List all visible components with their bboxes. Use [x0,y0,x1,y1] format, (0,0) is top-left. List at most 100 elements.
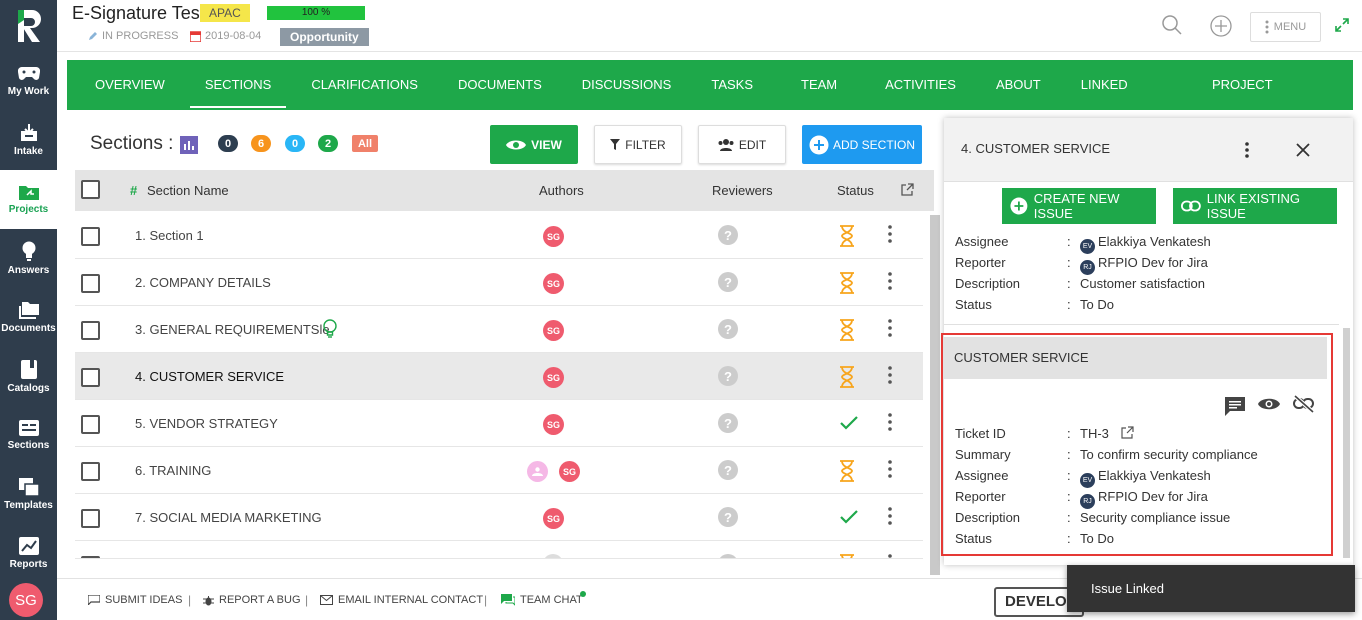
row-kebab-icon[interactable] [888,507,892,528]
row-kebab-icon[interactable] [888,554,892,558]
table-row[interactable]: 4. CUSTOMER SERVICE SG? [75,353,923,400]
view-button[interactable]: VIEW [490,125,578,164]
add-button[interactable] [1210,15,1232,40]
tab-clarifications[interactable]: CLARIFICATIONS [311,60,418,110]
table-row[interactable]: 1. Section 1 SG? [75,212,923,259]
comment-icon[interactable] [1225,397,1245,416]
row-kebab-icon[interactable] [888,319,892,340]
lightbulb-icon[interactable] [323,319,337,342]
create-new-issue-button[interactable]: CREATE NEW ISSUE [1002,188,1156,224]
expand-button[interactable] [1335,18,1349,35]
sidebar-item-projects[interactable]: Projects [0,170,57,229]
tab-sections[interactable]: SECTIONS [189,60,287,110]
section-name[interactable]: 8. CLIENT SERVICES & PROJECT MANAGEMENT [135,557,438,558]
eye-icon[interactable] [1258,397,1280,411]
author-avatar[interactable]: SG [543,508,564,529]
author-avatar[interactable]: SG [543,273,564,294]
tab-documents[interactable]: DOCUMENTS [458,60,542,110]
sidebar-item-my-work[interactable]: My Work [0,52,57,111]
sidebar-item-answers[interactable]: Answers [0,229,57,288]
status-in-progress-icon[interactable] [839,319,855,344]
row-checkbox[interactable] [81,509,100,528]
edit-button[interactable]: EDIT [698,125,786,164]
table-row[interactable]: 7. SOCIAL MEDIA MARKETING SG? [75,494,923,541]
count-badge-in-progress[interactable]: 6 [251,135,271,152]
unlink-icon[interactable] [1293,395,1315,413]
tab-about[interactable]: ABOUT [996,60,1041,110]
column-section-name[interactable]: Section Name [147,183,229,198]
section-name[interactable]: 6. TRAINING [135,463,211,478]
section-name[interactable]: 4. CUSTOMER SERVICE [135,369,284,384]
panel-kebab-icon[interactable] [1245,142,1249,158]
tab-discussions[interactable]: DISCUSSIONS [582,60,672,110]
tab-tasks[interactable]: TASKS [711,60,753,110]
author-avatar[interactable]: SG [559,461,580,482]
close-icon[interactable] [1296,143,1310,157]
menu-button[interactable]: MENU [1250,12,1321,42]
row-checkbox[interactable] [81,274,100,293]
author-avatar[interactable]: SG [543,320,564,341]
author-avatar[interactable]: SG [543,226,564,247]
row-checkbox[interactable] [81,556,100,558]
table-row[interactable]: 3. GENERAL REQUIREMENTSle SG? [75,306,923,353]
status-in-progress-icon[interactable] [839,554,855,558]
user-avatar[interactable]: SG [9,583,43,617]
section-name[interactable]: 5. VENDOR STRATEGY [135,416,278,431]
reviewer-unassigned-icon[interactable]: ? [718,366,738,386]
sidebar-item-templates[interactable]: Templates [0,465,57,524]
row-kebab-icon[interactable] [888,366,892,387]
add-section-button[interactable]: ADD SECTION [802,125,922,164]
reviewer-unassigned-icon[interactable]: ? [718,225,738,245]
reviewer-unassigned-icon[interactable]: ? [718,554,738,558]
status-complete-icon[interactable] [839,413,859,436]
row-checkbox[interactable] [81,462,100,481]
report-bug-link[interactable]: REPORT A BUG [203,594,301,606]
sidebar-item-sections[interactable]: Sections [0,406,57,465]
link-existing-issue-button[interactable]: LINK EXISTING ISSUE [1173,188,1337,224]
open-ticket-icon[interactable] [1120,426,1134,439]
filter-button[interactable]: FILTER [594,125,682,164]
sidebar-item-reports[interactable]: Reports [0,524,57,583]
reviewer-unassigned-icon[interactable]: ? [718,319,738,339]
reviewer-unassigned-icon[interactable]: ? [718,507,738,527]
row-kebab-icon[interactable] [888,413,892,434]
tab-activities[interactable]: ACTIVITIES [885,60,956,110]
section-name[interactable]: 1. Section 1 [135,228,204,243]
row-checkbox[interactable] [81,368,100,387]
tab-team[interactable]: TEAM [801,60,837,110]
section-name[interactable]: 3. GENERAL REQUIREMENTSle [135,322,330,337]
count-badge-not-started[interactable]: 0 [218,135,238,152]
section-name[interactable]: 2. COMPANY DETAILS [135,275,271,290]
status-in-progress-icon[interactable] [839,460,855,485]
count-badge-all[interactable]: All [352,135,378,152]
table-row[interactable]: 2. COMPANY DETAILS SG? [75,259,923,306]
sidebar-item-documents[interactable]: Documents [0,288,57,347]
email-contact-link[interactable]: EMAIL INTERNAL CONTACT [320,594,483,606]
tab-project-notes[interactable]: PROJECT NOTES [1212,60,1313,142]
author-avatar[interactable]: SG [543,367,564,388]
sidebar-item-catalogs[interactable]: Catalogs [0,347,57,406]
row-checkbox[interactable] [81,321,100,340]
row-kebab-icon[interactable] [888,272,892,293]
reviewer-unassigned-icon[interactable]: ? [718,413,738,433]
team-chat-link[interactable]: TEAM CHAT [501,591,586,606]
table-row[interactable]: 5. VENDOR STRATEGY SG? [75,400,923,447]
reviewer-unassigned-icon[interactable]: ? [718,460,738,480]
count-badge-review[interactable]: 0 [285,135,305,152]
submit-ideas-link[interactable]: SUBMIT IDEAS [88,594,182,606]
stats-icon[interactable] [180,136,198,154]
row-checkbox[interactable] [81,227,100,246]
status-in-progress-icon[interactable] [839,366,855,391]
tab-overview[interactable]: OVERVIEW [95,60,165,110]
section-name[interactable]: 7. SOCIAL MEDIA MARKETING [135,510,322,525]
search-button[interactable] [1162,15,1182,38]
reviewer-unassigned-icon[interactable]: ? [718,272,738,292]
row-kebab-icon[interactable] [888,225,892,246]
status-in-progress-icon[interactable] [839,272,855,297]
table-row[interactable]: 8. CLIENT SERVICES & PROJECT MANAGEMENT? [75,541,923,559]
status-in-progress-icon[interactable] [839,225,855,250]
tab-linked-issues[interactable]: LINKED ISSUES [1081,60,1172,142]
row-kebab-icon[interactable] [888,460,892,481]
count-badge-complete[interactable]: 2 [318,135,338,152]
row-checkbox[interactable] [81,415,100,434]
